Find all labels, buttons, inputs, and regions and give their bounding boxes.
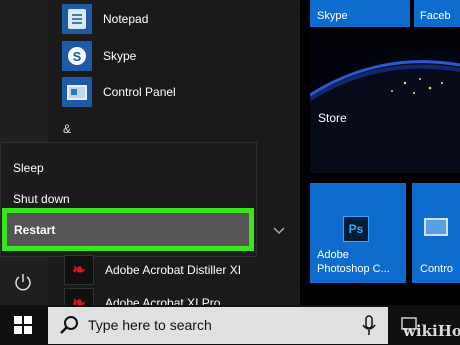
restart-highlight: Restart [2,208,254,251]
app-label: Control Panel [103,85,176,99]
tile-label: Faceb [420,10,451,22]
restart-option[interactable]: Restart [7,213,249,246]
tile-photoshop[interactable]: Ps Adobe Photoshop C... [310,183,406,283]
tile-label: Store [318,111,347,125]
chevron-down-icon[interactable] [273,226,287,236]
tile-facebook[interactable]: Faceb [414,0,460,27]
photoshop-icon: Ps [343,216,369,242]
app-label: Skype [103,49,137,63]
app-label: Notepad [103,12,149,26]
tile-skype[interactable]: Skype [310,0,410,27]
search-icon [58,314,80,336]
sleep-option[interactable]: Sleep [13,161,44,175]
skype-icon: S [62,41,92,71]
section-header-ampersand[interactable]: & [63,122,71,136]
photoshop-badge: Ps [348,222,364,236]
tile-label: Skype [317,10,348,22]
app-item-acrobat-distiller[interactable]: ❧ Adobe Acrobat Distiller XI [64,255,241,285]
app-item-notepad[interactable]: Notepad [62,4,148,34]
control-panel-tile-icon [424,218,448,236]
app-item-skype[interactable]: S Skype [62,41,136,71]
wikihow-watermark: wikiHow [403,322,460,340]
notepad-icon [62,4,92,34]
app-item-control-panel[interactable]: Control Panel [62,77,176,107]
windows-start-icon[interactable] [14,316,32,334]
control-panel-icon [62,77,92,107]
tile-label: Contro [420,263,454,275]
app-label: Adobe Acrobat Distiller XI [105,263,242,277]
power-icon[interactable] [13,272,33,292]
search-placeholder: Type here to search [88,317,212,333]
shutdown-option[interactable]: Shut down [13,192,70,206]
acrobat-distiller-icon: ❧ [64,255,94,285]
tile-label: Adobe [317,249,349,261]
tile-label: Photoshop C... [317,263,390,275]
tile-control-panel[interactable]: Contro [412,183,460,283]
microphone-icon[interactable] [362,315,376,337]
tile-store[interactable]: Store [310,33,460,173]
earth-night-image [310,33,460,173]
